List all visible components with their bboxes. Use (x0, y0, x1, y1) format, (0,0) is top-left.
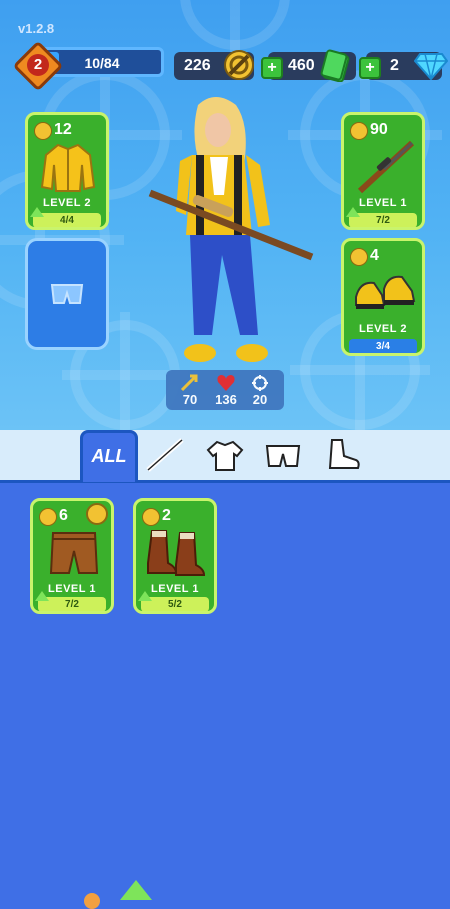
bolt-icon (350, 122, 368, 140)
tab-all[interactable]: ALL (80, 430, 138, 482)
boots-icon (147, 530, 206, 576)
power-value: 70 (182, 392, 198, 407)
tab-bottoms[interactable] (262, 434, 304, 476)
character-model (148, 97, 314, 362)
crosshair-icon (252, 375, 268, 391)
cash-value: 460 (288, 57, 315, 74)
upgrade-arrow-icon (138, 591, 152, 601)
shoes-level: LEVEL 2 (359, 323, 407, 335)
shoes-count: 4 (370, 247, 379, 264)
heart-icon (217, 375, 235, 391)
cash-stack-icon (320, 49, 350, 82)
shorts-outline-icon (50, 284, 84, 304)
rifle-tab-icon (146, 438, 184, 472)
version-label: v1.2.8 (18, 21, 55, 36)
diamond-icon (414, 53, 448, 80)
accuracy-value: 20 (252, 392, 268, 407)
bolt-icon (39, 508, 57, 526)
rifle-icon (357, 140, 415, 194)
shoes-progress: 3/4 (349, 339, 417, 353)
swap-badge-icon (86, 503, 108, 525)
player-level-number: 2 (27, 54, 49, 76)
bottom-nav-arrow-icon[interactable] (120, 880, 152, 900)
shoe-tab-icon (328, 439, 360, 469)
tab-weapons[interactable] (144, 434, 186, 476)
rifle-count: 90 (370, 121, 388, 138)
inventory-item-shorts[interactable]: 6 LEVEL 1 7/2 (30, 498, 114, 614)
tab-tops[interactable] (204, 434, 246, 476)
empty-shorts-slot[interactable] (25, 238, 109, 350)
shorts-tab-icon (265, 445, 301, 467)
shirt-tab-icon (206, 440, 244, 471)
bolts-value: 226 (184, 57, 211, 74)
equipped-rifle-card[interactable]: 90 LEVEL 1 7/2 (341, 112, 425, 230)
character-stats: 70 136 20 (166, 370, 284, 410)
bolt-icon (350, 248, 368, 266)
equipped-shoes-card[interactable]: 4 LEVEL 2 3/4 (341, 238, 425, 356)
add-cash-button[interactable]: + (261, 57, 283, 79)
equipped-jacket-card[interactable]: 12 LEVEL 2 4/4 (25, 112, 109, 230)
wheel-pattern (180, 0, 290, 58)
sneakers-icon (355, 275, 416, 309)
upgrade-arrow-icon (30, 207, 44, 217)
gems-value: 2 (390, 57, 399, 74)
bottom-nav-icon[interactable] (84, 893, 100, 909)
bolt-icon (224, 50, 254, 80)
bolt-icon (34, 122, 52, 140)
jacket-count: 12 (54, 121, 72, 138)
bolt-icon (142, 508, 160, 526)
upgrade-arrow-icon (35, 591, 49, 601)
power-icon (180, 374, 198, 392)
jacket-icon (40, 143, 96, 192)
upgrade-arrow-icon (346, 207, 360, 217)
shorts-count: 6 (59, 507, 68, 524)
health-value: 136 (215, 392, 237, 407)
add-gems-button[interactable]: + (359, 57, 381, 79)
tab-shoes[interactable] (322, 434, 364, 476)
shorts-icon (49, 532, 99, 574)
boots-count: 2 (162, 507, 171, 524)
inventory-item-boots[interactable]: 2 LEVEL 1 5/2 (133, 498, 217, 614)
